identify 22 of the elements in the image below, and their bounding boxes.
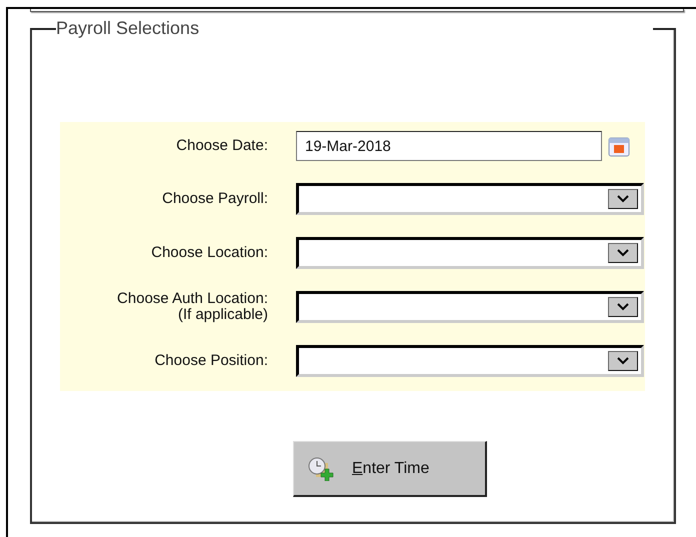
dropdown-field[interactable] (296, 183, 644, 215)
field-label: Choose Auth Location: (116, 291, 269, 307)
dropdown-button[interactable] (608, 243, 638, 263)
date-field[interactable]: 19-Mar-2018 (296, 131, 602, 161)
field-label: Choose Payroll: (161, 191, 269, 207)
field-label: Choose Location: (150, 245, 269, 261)
chevron-down-icon (617, 303, 629, 311)
field-label: Choose Position: (154, 353, 269, 369)
clock-add-icon (308, 456, 334, 480)
field-note: (If applicable) (176, 307, 269, 323)
dropdown-field[interactable] (296, 345, 644, 377)
chevron-down-icon (617, 357, 629, 365)
enter-time-button[interactable]: Enter Time (293, 441, 487, 497)
dropdown-button[interactable] (608, 297, 638, 317)
dropdown-button[interactable] (608, 189, 638, 209)
chevron-down-icon (617, 195, 629, 203)
dropdown-field[interactable] (296, 291, 644, 323)
dropdown-field[interactable] (296, 237, 644, 269)
field-label: Choose Date: (175, 138, 269, 154)
calendar-icon[interactable] (608, 135, 630, 157)
dropdown-button[interactable] (608, 351, 638, 371)
chevron-down-icon (617, 249, 629, 257)
